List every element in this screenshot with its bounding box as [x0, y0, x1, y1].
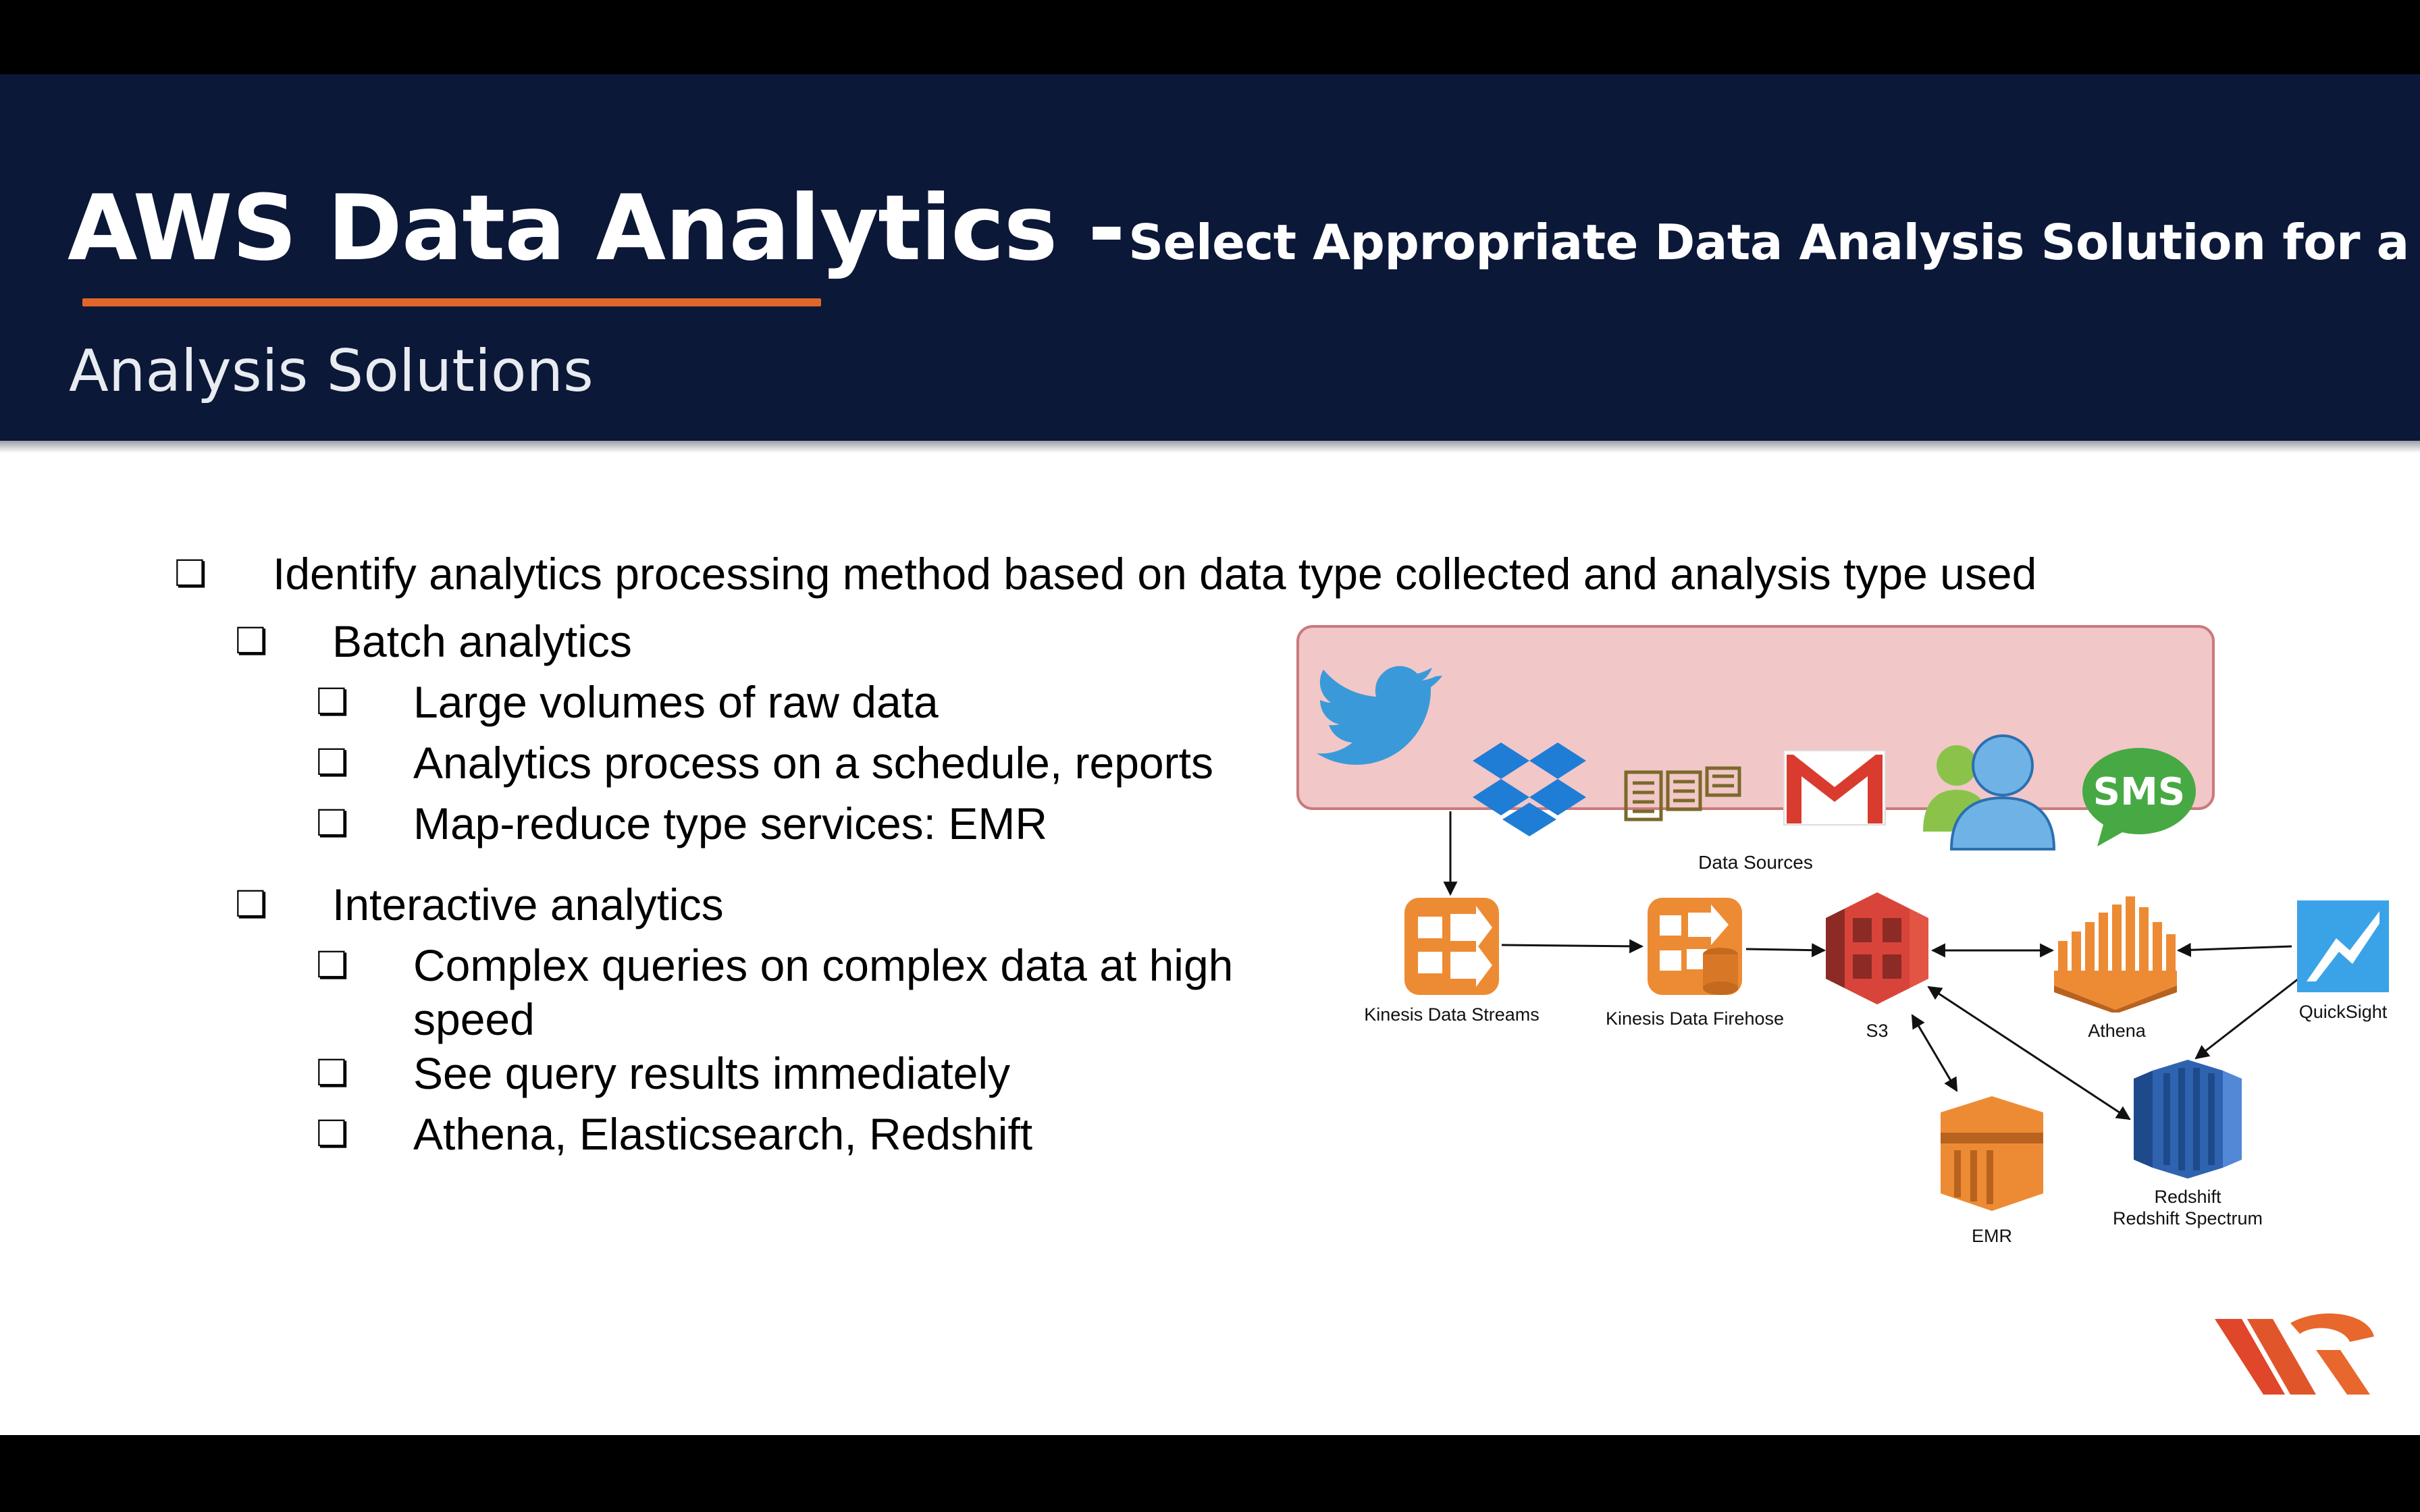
athena-icon	[2054, 896, 2177, 1013]
emr-icon	[1941, 1096, 2043, 1211]
quicksight-icon	[2297, 900, 2389, 992]
slide: AWS Data Analytics - Select Appropriate …	[0, 74, 2420, 1435]
redshift-label: Redshift	[2154, 1187, 2221, 1207]
emr-label: EMR	[1972, 1226, 2012, 1246]
redshift-icon	[2134, 1060, 2242, 1179]
brand-logo	[2215, 1313, 2374, 1395]
kinesis-data-streams-label: Kinesis Data Streams	[1364, 1004, 1540, 1025]
diagram-arrows	[1443, 811, 2299, 1120]
kinesis-data-streams-icon	[1404, 898, 1499, 995]
redshift-spectrum-label: Redshift Spectrum	[2112, 1208, 2263, 1228]
kinesis-data-firehose-icon	[1648, 898, 1742, 995]
s3-label: S3	[1866, 1021, 1889, 1041]
athena-label: Athena	[2088, 1021, 2146, 1041]
kinesis-data-firehose-label: Kinesis Data Firehose	[1605, 1008, 1785, 1029]
quicksight-label: QuickSight	[2298, 1002, 2388, 1022]
s3-bucket-icon	[1826, 892, 1928, 1004]
